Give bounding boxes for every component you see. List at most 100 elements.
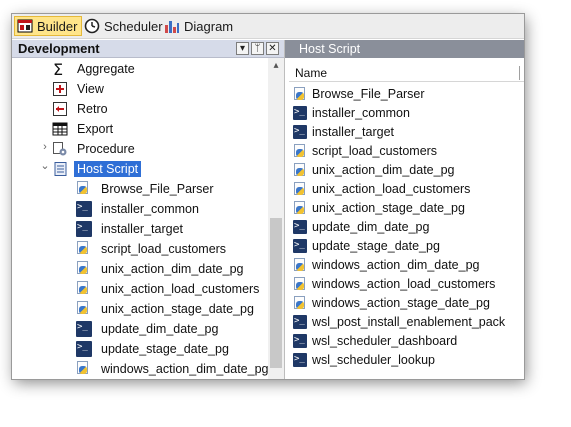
list-item[interactable]: wsl_post_install_enablement_pack bbox=[293, 312, 505, 331]
sigma-icon: Σ bbox=[52, 60, 68, 79]
list-item-label: installer_common bbox=[312, 105, 410, 120]
app-window: Builder Scheduler Diagram Development ▾ … bbox=[11, 13, 525, 380]
list-item[interactable]: wsl_scheduler_lookup bbox=[293, 350, 435, 369]
tree-child-label: update_dim_date_pg bbox=[101, 322, 219, 336]
dropdown-button[interactable]: ▾ bbox=[236, 42, 249, 55]
tree-child-label: Browse_File_Parser bbox=[101, 182, 214, 196]
powershell-icon bbox=[293, 124, 307, 139]
scrollbar-thumb[interactable] bbox=[270, 218, 282, 368]
tab-diagram[interactable]: Diagram bbox=[162, 16, 237, 36]
export-icon bbox=[52, 121, 68, 137]
panel-title: Development bbox=[18, 41, 100, 56]
tab-scheduler-label: Scheduler bbox=[104, 18, 163, 34]
expand-procedure-chevron[interactable]: › bbox=[40, 141, 50, 153]
builder-icon bbox=[17, 18, 33, 34]
close-button[interactable]: ✕ bbox=[266, 42, 279, 55]
diagram-icon bbox=[164, 18, 180, 34]
tree-child-label: installer_target bbox=[101, 222, 183, 236]
tree-child-label: windows_action_dim_date_pg bbox=[101, 362, 268, 376]
powershell-icon bbox=[293, 314, 307, 329]
tree-child-label: script_load_customers bbox=[101, 242, 227, 256]
tree-item-label: Export bbox=[77, 122, 114, 136]
list-item-label: script_load_customers bbox=[312, 143, 438, 158]
tree-child[interactable]: script_load_customers bbox=[76, 239, 229, 259]
powershell-icon bbox=[293, 105, 307, 120]
tree-child[interactable]: update_stage_date_pg bbox=[76, 339, 232, 359]
pin-button[interactable]: ᛘ bbox=[251, 42, 264, 55]
tree-child[interactable]: unix_action_load_customers bbox=[76, 279, 262, 299]
python-script-icon bbox=[76, 181, 92, 197]
tree-item-host-script[interactable]: Host Script bbox=[52, 159, 142, 179]
python-script-icon bbox=[293, 276, 307, 291]
list-item[interactable]: windows_action_stage_date_pg bbox=[293, 293, 490, 312]
python-script-icon bbox=[293, 295, 307, 310]
list-item[interactable]: Browse_File_Parser bbox=[293, 84, 425, 103]
list-item[interactable]: unix_action_stage_date_pg bbox=[293, 198, 465, 217]
list-item[interactable]: update_stage_date_pg bbox=[293, 236, 440, 255]
list-item-label: installer_target bbox=[312, 124, 394, 139]
list-item[interactable]: windows_action_dim_date_pg bbox=[293, 255, 479, 274]
svg-text:Σ: Σ bbox=[53, 61, 63, 77]
python-script-icon bbox=[293, 143, 307, 158]
collapse-host-script-chevron[interactable]: ⌄ bbox=[40, 159, 50, 172]
development-panel: Development ▾ ᛘ ✕ Σ Aggregate View Retro… bbox=[12, 40, 285, 379]
list-item-label: unix_action_load_customers bbox=[312, 181, 471, 196]
tree-scrollbar[interactable]: ▴ bbox=[268, 58, 284, 379]
tree-item-procedure[interactable]: Procedure bbox=[52, 139, 138, 159]
powershell-icon bbox=[76, 321, 92, 337]
column-separator[interactable] bbox=[519, 66, 520, 80]
tree-child[interactable]: installer_common bbox=[76, 199, 202, 219]
view-icon bbox=[52, 81, 68, 97]
tree-item-view[interactable]: View bbox=[52, 79, 107, 99]
tree-child[interactable]: Browse_File_Parser bbox=[76, 179, 217, 199]
list-item[interactable]: unix_action_load_customers bbox=[293, 179, 470, 198]
powershell-icon bbox=[293, 352, 307, 367]
list-item[interactable]: unix_action_dim_date_pg bbox=[293, 160, 454, 179]
tree-item-export[interactable]: Export bbox=[52, 119, 116, 139]
list-item-label: windows_action_stage_date_pg bbox=[312, 295, 490, 310]
powershell-icon bbox=[293, 219, 307, 234]
tab-scheduler[interactable]: Scheduler bbox=[82, 16, 167, 36]
tree-child[interactable]: windows_action_dim_date_pg bbox=[76, 359, 268, 379]
name-column-header[interactable]: Name bbox=[289, 64, 524, 82]
tree-item-label: Procedure bbox=[77, 142, 135, 156]
tree-item-retro[interactable]: Retro bbox=[52, 99, 111, 119]
list-item[interactable]: update_dim_date_pg bbox=[293, 217, 429, 236]
name-column-label: Name bbox=[295, 66, 328, 80]
tree-child-label: unix_action_dim_date_pg bbox=[101, 262, 244, 276]
list-item-label: update_stage_date_pg bbox=[312, 238, 440, 253]
list-item-label: Browse_File_Parser bbox=[312, 86, 425, 101]
tree-child-label: installer_common bbox=[101, 202, 199, 216]
powershell-icon bbox=[293, 333, 307, 348]
host-script-panel-header: Host Script bbox=[285, 40, 524, 58]
list-item-label: windows_action_load_customers bbox=[312, 276, 496, 291]
tree-child[interactable]: unix_action_dim_date_pg bbox=[76, 259, 246, 279]
python-script-icon bbox=[293, 162, 307, 177]
list-item[interactable]: installer_common bbox=[293, 103, 410, 122]
tree-child-label: unix_action_load_customers bbox=[101, 282, 260, 296]
list-item[interactable]: wsl_scheduler_dashboard bbox=[293, 331, 457, 350]
tree-child[interactable]: unix_action_stage_date_pg bbox=[76, 299, 257, 319]
tree-child[interactable]: update_dim_date_pg bbox=[76, 319, 221, 339]
python-script-icon bbox=[76, 281, 92, 297]
scroll-up-arrow[interactable]: ▴ bbox=[268, 60, 284, 71]
list-item[interactable]: windows_action_load_customers bbox=[293, 274, 495, 293]
python-script-icon bbox=[293, 200, 307, 215]
list-item[interactable]: installer_target bbox=[293, 122, 394, 141]
powershell-icon bbox=[76, 201, 92, 217]
tree-child-label: update_stage_date_pg bbox=[101, 342, 229, 356]
tree-item-label: Retro bbox=[77, 102, 108, 116]
python-script-icon bbox=[293, 257, 307, 272]
tree-item-aggregate[interactable]: Σ Aggregate bbox=[52, 60, 138, 79]
powershell-icon bbox=[76, 341, 92, 357]
tab-builder[interactable]: Builder bbox=[14, 16, 83, 36]
procedure-icon bbox=[52, 141, 68, 157]
list-item[interactable]: script_load_customers bbox=[293, 141, 437, 160]
object-tree: Σ Aggregate View Retro Export › Procedur… bbox=[12, 60, 268, 379]
list-item-label: wsl_post_install_enablement_pack bbox=[312, 314, 506, 329]
tree-item-label: Aggregate bbox=[77, 62, 135, 76]
clock-icon bbox=[84, 18, 100, 34]
tree-child-label: unix_action_stage_date_pg bbox=[101, 302, 254, 316]
tree-child[interactable]: installer_target bbox=[76, 219, 186, 239]
python-script-icon bbox=[76, 241, 92, 257]
